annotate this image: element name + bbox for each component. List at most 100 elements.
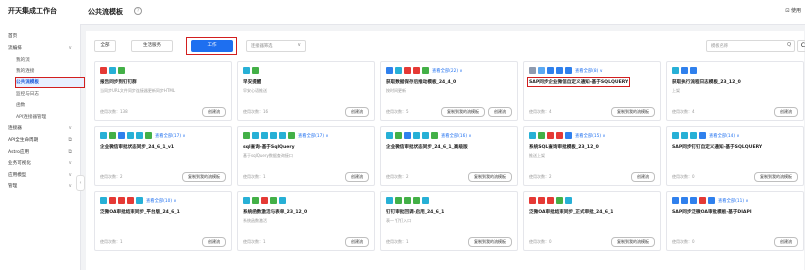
template-name: 泛微OA审批结束同步_平台版_24_6_1	[100, 210, 180, 215]
usage-count: 使用次数：5	[386, 109, 409, 114]
view-all-link[interactable]: 查看全部(11) ∨	[718, 198, 749, 204]
create-flow-button[interactable]: 创建流	[345, 237, 369, 247]
sidebar-item-13[interactable]: 管理 ∨	[8, 182, 76, 191]
sidebar-item-11[interactable]: 业务可视化 ∨	[8, 159, 76, 168]
view-all-link[interactable]: 查看全部(8) ∨	[575, 68, 603, 74]
sidebar-item-1[interactable]: 流编排 ∨	[8, 44, 76, 53]
connector-icon	[100, 67, 107, 74]
template-card[interactable]: 查看全部(11) ∨ SAP同步泛微OA审批模板-基于DIAPI 使用次数：0 创建流	[666, 191, 804, 251]
connector-icon	[690, 197, 697, 204]
sidebar-collapse-icon[interactable]: ‹	[76, 175, 85, 191]
connector-icons: 查看全部(17) ∨	[100, 131, 186, 140]
template-card[interactable]: 泛微OA审批结束同步_正式审批_24_6_1 使用次数：0 复制到我的流模板	[523, 191, 661, 251]
sidebar-item-6[interactable]: 函数	[16, 101, 84, 110]
refresh-icon[interactable]: C	[797, 40, 805, 52]
view-all-link[interactable]: 查看全部(10) ∨	[146, 198, 177, 204]
connector-icon	[288, 132, 295, 139]
template-card[interactable]: 查看全部(15) ∨ 系统SQL查询审批模板_23_12_0 推送上架 使用次数：2 创…	[523, 126, 661, 186]
usage-count: 使用次数：138	[100, 109, 128, 114]
sidebar-item-2[interactable]: 我的流	[16, 56, 84, 65]
connector-icon	[556, 67, 563, 74]
create-flow-button[interactable]: 创建流	[488, 107, 512, 117]
connector-icon	[243, 132, 250, 139]
sidebar-item-9[interactable]: API全生命周期 ⧉	[8, 136, 76, 145]
connector-icons: 查看全部(16) ∨	[386, 131, 472, 140]
page-header: 公共流模板 ? ⊡ 使用	[80, 0, 805, 25]
sidebar-item-7[interactable]: API连接器管理	[16, 113, 84, 122]
connector-icon	[681, 197, 688, 204]
tab-1[interactable]: 生活服务	[131, 40, 173, 52]
copy-to-my-templates-button[interactable]: 复制到我的流模板	[182, 172, 226, 182]
template-card[interactable]: 查看全部(17) ∨ 企业微信审批状态同步_24_6_1_v1 使用次数：2 复制到我…	[94, 126, 232, 186]
sidebar-item-4[interactable]: 公共流模板	[15, 77, 85, 88]
template-card[interactable]: 钉钉审批回调-启用_24_6_1 表一 钉钉入口 使用次数：1 复制到我的流模板	[380, 191, 518, 251]
connector-icon	[136, 132, 143, 139]
connector-icons: 查看全部(11) ∨	[672, 196, 749, 205]
connector-icon	[690, 132, 697, 139]
connector-icon	[261, 132, 268, 139]
view-all-link[interactable]: 查看全部(17) ∨	[155, 133, 186, 139]
create-flow-button[interactable]: 创建流	[202, 237, 226, 247]
connector-icon	[538, 67, 545, 74]
template-card[interactable]: 查看全部(22) ∨ 获取数据保存后推动模板_24_4_0 按时间更新 使用次数：5 复…	[380, 61, 518, 121]
template-name: 早安提醒	[243, 80, 262, 85]
template-card[interactable]: 查看全部(14) ∨ SAP同步钉钉自定义通知-基于SQLQUERY 使用次数：0 复…	[666, 126, 804, 186]
view-all-link[interactable]: 查看全部(17) ∨	[298, 133, 329, 139]
view-all-link[interactable]: 查看全部(22) ∨	[432, 68, 463, 74]
copy-to-my-templates-button[interactable]: 复制到我的流模板	[611, 237, 655, 247]
view-all-link[interactable]: 查看全部(15) ∨	[575, 133, 606, 139]
connector-icon	[243, 197, 250, 204]
template-name: 报告同步到钉钉群	[100, 80, 137, 85]
copy-to-my-templates-button[interactable]: 复制到我的流模板	[468, 237, 512, 247]
copy-to-my-templates-button[interactable]: 复制到我的流模板	[611, 107, 655, 117]
create-flow-button[interactable]: 创建流	[345, 172, 369, 182]
sidebar-item-label: Astro应用	[8, 150, 30, 155]
template-card[interactable]: 早安提醒 早安心语推送 使用次数：16 创建流	[237, 61, 375, 121]
copy-to-my-templates-button[interactable]: 复制到我的流模板	[754, 172, 798, 182]
sidebar-item-label: API全生命周期	[8, 138, 39, 143]
template-name: 获取执行流程日志模板_23_12_0	[672, 80, 741, 85]
create-flow-button[interactable]: 创建流	[774, 107, 798, 117]
create-flow-button[interactable]: 创建流	[631, 172, 655, 182]
template-card[interactable]: 查看全部(8) ∨ SAP同步企业微信自定义通知-基于SQLQUERY 使用次数：4…	[523, 61, 661, 121]
template-card[interactable]: 查看全部(10) ∨ 泛微OA审批结束同步_平台版_24_6_1 使用次数：1 创建流	[94, 191, 232, 251]
card-actions: 复制到我的流模板	[468, 172, 512, 182]
template-card[interactable]: 报告同步到钉钉群 当同步URL文件同步连接器更新同步HTML 使用次数：138 创建流	[94, 61, 232, 121]
sidebar-item-3[interactable]: 我的连接	[16, 67, 84, 76]
chevron-down-icon: ∨	[68, 125, 72, 131]
template-card[interactable]: 查看全部(17) ∨ sql查询-基于SqlQuery 基于sqlQuery数据查询…	[237, 126, 375, 186]
copy-to-my-templates-button[interactable]: 复制到我的流模板	[441, 107, 485, 117]
copy-to-my-templates-button[interactable]: 复制到我的流模板	[468, 172, 512, 182]
template-card[interactable]: 系统函数激活与表单_23_12_0 系统函数激活 使用次数：1 创建流	[237, 191, 375, 251]
header-right-action[interactable]: ⊡ 使用	[785, 7, 801, 14]
connector-icon	[252, 67, 259, 74]
view-all-link[interactable]: 查看全部(16) ∨	[441, 133, 472, 139]
sidebar-item-label: 首页	[8, 34, 18, 39]
search-icon[interactable]: Q	[787, 42, 791, 48]
sidebar-item-label: 函数	[16, 103, 26, 108]
usage-count: 使用次数：0	[529, 239, 552, 244]
connector-icon	[386, 132, 393, 139]
connector-icon	[118, 197, 125, 204]
create-flow-button[interactable]: 创建流	[774, 237, 798, 247]
sidebar-item-8[interactable]: 连接器 ∨	[8, 124, 76, 133]
sidebar-item-10[interactable]: Astro应用 ⧉	[8, 148, 76, 157]
template-description: 基于sqlQuery数据查询接口	[243, 153, 293, 158]
sidebar-item-12[interactable]: 应用模型 ∨	[8, 171, 76, 180]
connector-icon	[270, 132, 277, 139]
help-icon[interactable]: ?	[134, 7, 142, 15]
connector-icon	[395, 197, 402, 204]
sidebar-item-label: API连接器管理	[16, 115, 47, 120]
create-flow-button[interactable]: 创建流	[345, 107, 369, 117]
create-flow-button[interactable]: 创建流	[202, 107, 226, 117]
sidebar-item-5[interactable]: 监控与日志	[16, 90, 84, 99]
tab-0[interactable]: 全部	[94, 40, 116, 52]
sidebar-item-0[interactable]: 首页	[8, 32, 76, 41]
connector-icon	[529, 67, 536, 74]
view-all-link[interactable]: 查看全部(14) ∨	[709, 133, 740, 139]
template-card[interactable]: 获取执行流程日志模板_23_12_0 上架 使用次数：4 创建流	[666, 61, 804, 121]
connector-icon	[708, 197, 715, 204]
connector-filter-select[interactable]: 连接器筛选 ∨	[246, 40, 306, 52]
search-input[interactable]: 模板名称 Q	[706, 40, 795, 52]
template-card[interactable]: 查看全部(16) ∨ 企业微信审批状态同步_24_6_1_高级版 使用次数：2 复制到…	[380, 126, 518, 186]
